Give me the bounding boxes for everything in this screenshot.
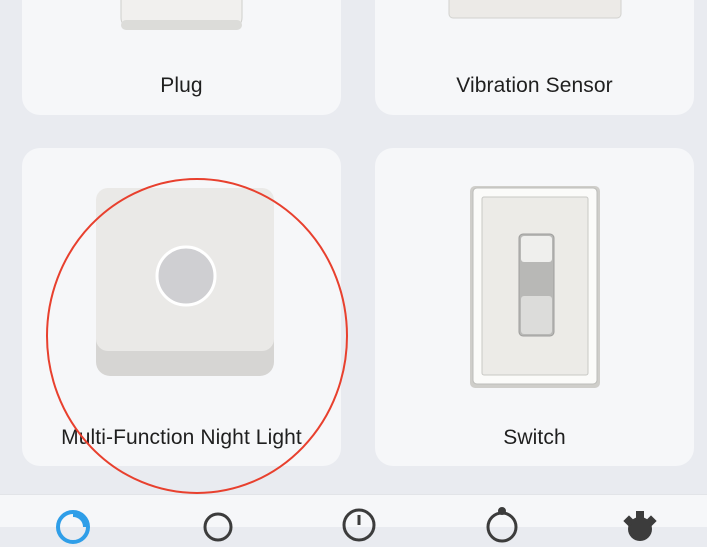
device-label: Switch: [503, 426, 566, 449]
home-icon[interactable]: [53, 507, 93, 547]
device-card-switch[interactable]: Switch: [375, 148, 694, 466]
clock-icon[interactable]: [339, 507, 379, 547]
plug-device-icon: [120, 0, 243, 30]
vibration-sensor-icon: [448, 0, 622, 19]
device-card-night-light[interactable]: Multi-Function Night Light: [22, 148, 341, 466]
device-label: Plug: [160, 74, 203, 97]
automation-icon[interactable]: [482, 507, 522, 547]
settings-icon[interactable]: [620, 507, 660, 547]
night-light-icon: [96, 188, 274, 376]
device-label: Vibration Sensor: [456, 74, 613, 97]
device-card-plug[interactable]: Plug: [22, 0, 341, 115]
light-switch-icon: [470, 186, 600, 388]
bottom-navigation: [0, 494, 707, 544]
search-icon[interactable]: [198, 507, 238, 547]
device-card-vibration-sensor[interactable]: Vibration Sensor: [375, 0, 694, 115]
device-label: Multi-Function Night Light: [61, 426, 302, 449]
